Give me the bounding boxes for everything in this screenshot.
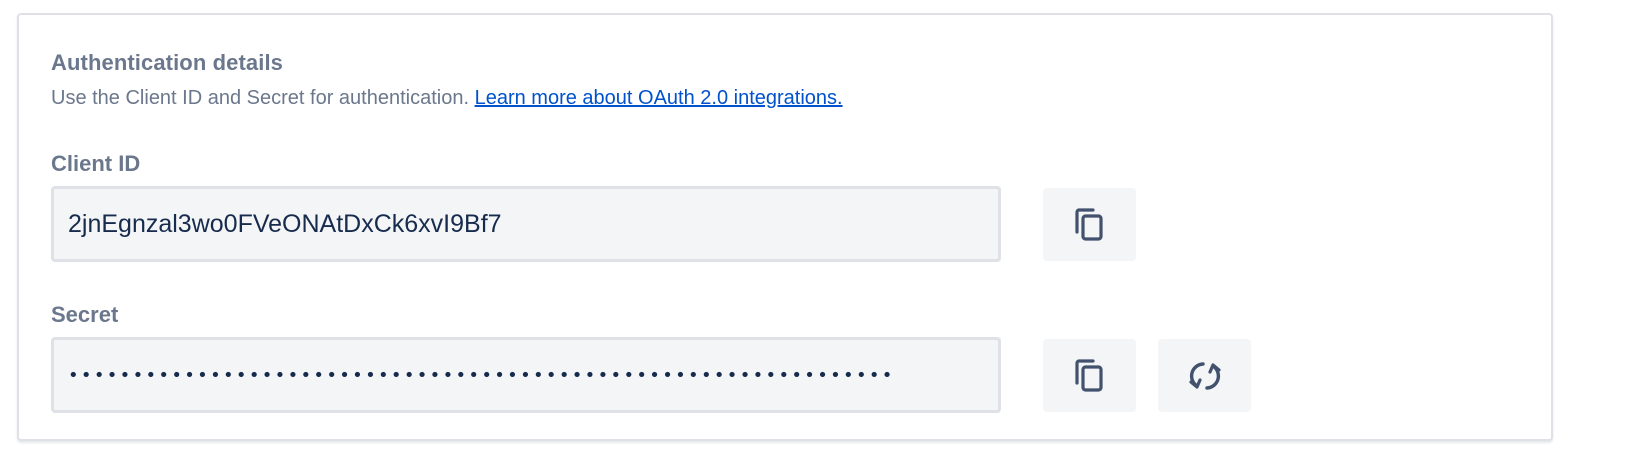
- section-title: Authentication details: [51, 50, 283, 75]
- description-text: Use the Client ID and Secret for authent…: [51, 87, 470, 109]
- authentication-details-card: Authentication details Use the Client ID…: [17, 13, 1553, 441]
- client-id-label: Client ID: [51, 151, 141, 176]
- learn-more-oauth-link[interactable]: Learn more about OAuth 2.0 integrations.: [475, 87, 843, 109]
- client-id-field[interactable]: [51, 186, 1001, 262]
- regenerate-secret-button[interactable]: [1158, 339, 1251, 412]
- secret-field[interactable]: [51, 337, 1001, 413]
- copy-client-id-button[interactable]: [1043, 188, 1136, 261]
- copy-icon: [1074, 207, 1103, 241]
- refresh-icon: [1188, 361, 1221, 390]
- section-description: Use the Client ID and Secret for authent…: [51, 87, 843, 110]
- secret-label: Secret: [51, 302, 119, 327]
- copy-icon: [1074, 358, 1103, 392]
- copy-secret-button[interactable]: [1043, 339, 1136, 412]
